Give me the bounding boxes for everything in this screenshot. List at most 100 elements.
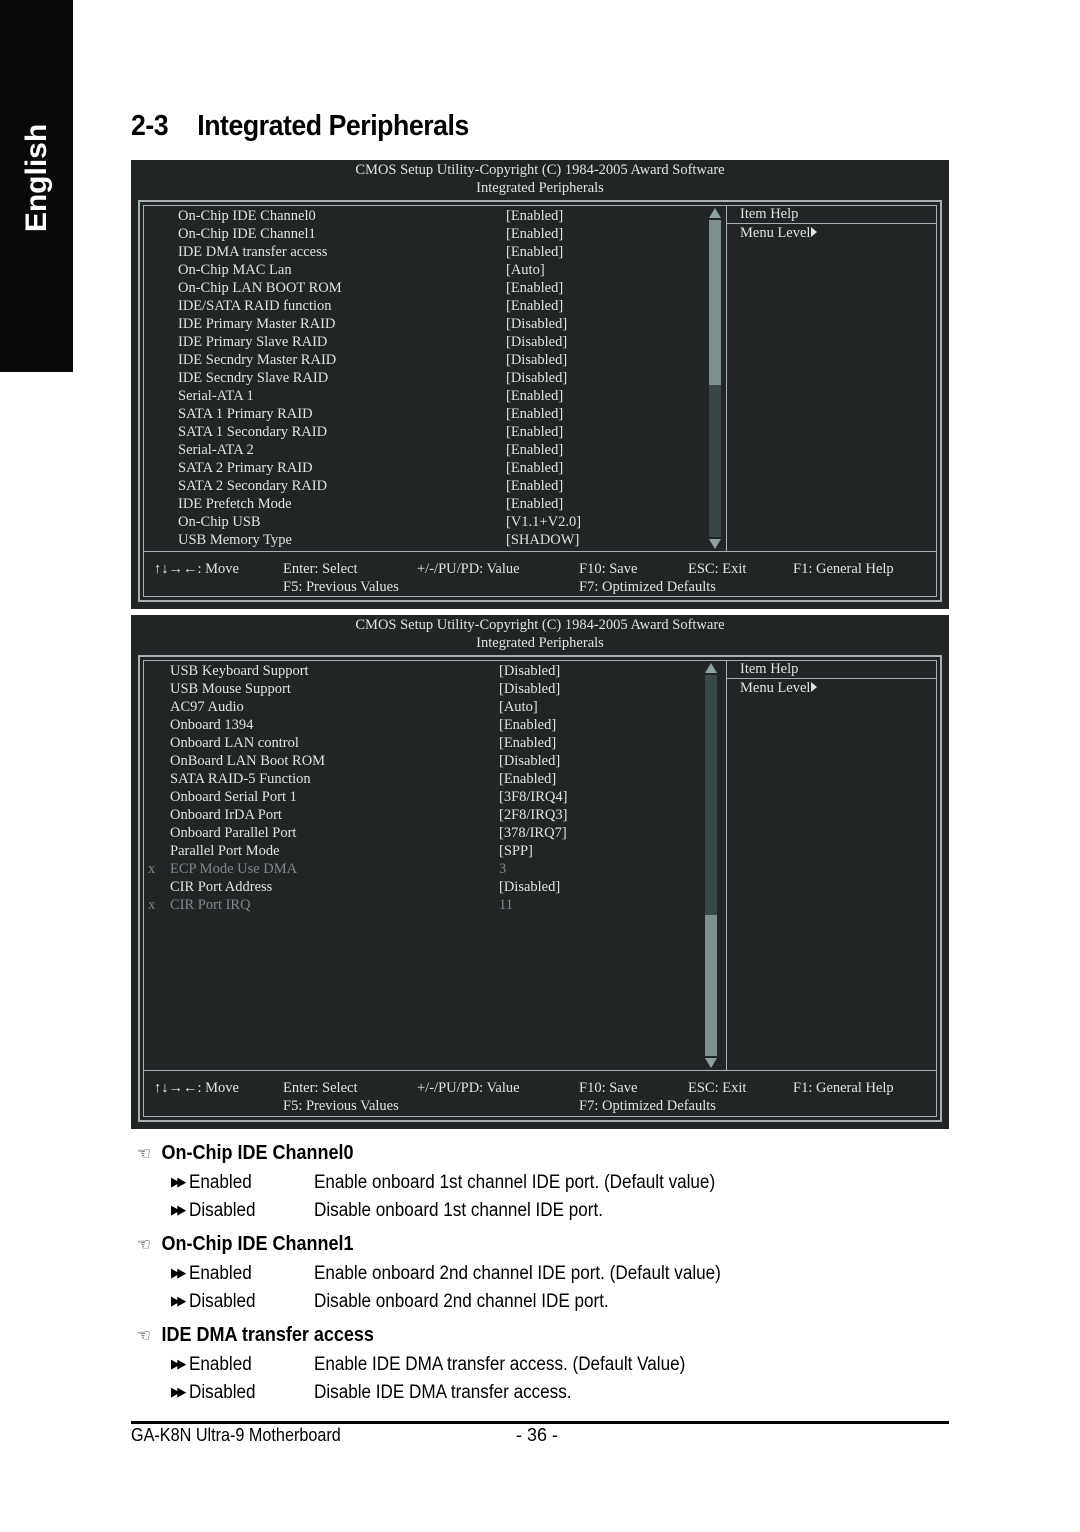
footer-divider <box>131 1421 949 1424</box>
section-number: 2-3 <box>131 110 169 142</box>
setting-value[interactable]: [Disabled] <box>506 369 567 387</box>
bios-copyright: CMOS Setup Utility-Copyright (C) 1984-20… <box>355 162 725 178</box>
setting-value[interactable]: [Disabled] <box>499 680 560 698</box>
scroll-up-arrow-icon[interactable] <box>709 208 721 218</box>
key-exit: ESC: Exit <box>688 561 747 577</box>
bios-copyright: CMOS Setup Utility-Copyright (C) 1984-20… <box>355 617 725 633</box>
setting-label: On-Chip MAC Lan <box>178 262 292 278</box>
setting-value[interactable]: [Enabled] <box>506 297 563 315</box>
scroll-track[interactable] <box>709 220 721 537</box>
key-select: Enter: Select <box>283 1080 358 1096</box>
bios-frame: On-Chip IDE Channel0 [Enabled] On-Chip IDE… <box>138 200 942 602</box>
setting-label: IDE DMA transfer access <box>178 244 328 260</box>
setting-value[interactable]: [Enabled] <box>506 405 563 423</box>
setting-label: USB Memory Type <box>178 532 292 548</box>
setting-label: SATA 1 Secondary RAID <box>178 424 328 440</box>
bios-header: CMOS Setup Utility-Copyright (C) 1984-20… <box>131 160 949 197</box>
setting-label: Serial-ATA 2 <box>178 442 254 458</box>
double-arrow-icon: ▶▶ <box>171 1174 186 1189</box>
setting-value[interactable]: [Enabled] <box>506 243 563 261</box>
setting-label: Parallel Port Mode <box>170 843 280 859</box>
setting-value[interactable]: [Enabled] <box>499 734 556 752</box>
setting-value[interactable]: [Enabled] <box>499 716 556 734</box>
scroll-thumb[interactable] <box>709 220 721 385</box>
option-description: Disable onboard 1st channel IDE port. <box>314 1200 603 1221</box>
option-description: Enable onboard 2nd channel IDE port. (De… <box>314 1263 721 1284</box>
pointing-hand-icon: ☜ <box>137 1326 151 1345</box>
option-key-label: Enabled <box>189 1263 252 1284</box>
setting-value[interactable]: [SHADOW] <box>506 531 579 549</box>
page-number: - 36 - <box>516 1425 559 1445</box>
language-label: English <box>20 123 53 233</box>
double-arrow-icon: ▶▶ <box>171 1356 186 1371</box>
double-arrow-icon: ▶▶ <box>171 1202 186 1217</box>
setting-value[interactable]: [Enabled] <box>506 459 563 477</box>
scroll-down-arrow-icon[interactable] <box>709 539 721 549</box>
option-heading: ☜ IDE DMA transfer access <box>137 1324 374 1347</box>
setting-value[interactable]: [Enabled] <box>506 387 563 405</box>
option-heading: ☜ On-Chip IDE Channel1 <box>137 1233 354 1256</box>
item-help-title: Item Help <box>727 661 936 679</box>
key-optimized-defaults: F7: Optimized Defaults <box>579 579 716 595</box>
key-save: F10: Save <box>579 561 638 577</box>
option-title: On-Chip IDE Channel0 <box>161 1142 354 1164</box>
option-key-label: Enabled <box>189 1172 252 1193</box>
setting-value[interactable]: [Auto] <box>506 261 545 279</box>
option-description: Enable IDE DMA transfer access. (Default… <box>314 1354 686 1375</box>
scroll-track[interactable] <box>705 675 717 1056</box>
setting-value[interactable]: [2F8/IRQ3] <box>499 806 567 824</box>
setting-label: Onboard 1394 <box>170 717 254 733</box>
option-description: Disable onboard 2nd channel IDE port. <box>314 1291 609 1312</box>
setting-value[interactable]: [Enabled] <box>506 423 563 441</box>
setting-value[interactable]: [Disabled] <box>499 878 560 896</box>
setting-label: SATA RAID-5 Function <box>170 771 311 787</box>
setting-value[interactable]: [Disabled] <box>499 752 560 770</box>
double-arrow-icon: ▶▶ <box>171 1384 186 1399</box>
setting-label: ECP Mode Use DMA <box>170 861 298 877</box>
double-arrow-icon: ▶▶ <box>171 1293 186 1308</box>
key-select: Enter: Select <box>283 561 358 577</box>
setting-label: SATA 1 Primary RAID <box>178 406 313 422</box>
key-optimized-defaults: F7: Optimized Defaults <box>579 1098 716 1114</box>
setting-label: IDE/SATA RAID function <box>178 298 332 314</box>
setting-label: On-Chip IDE Channel0 <box>178 208 316 224</box>
scroll-down-arrow-icon[interactable] <box>705 1058 717 1068</box>
setting-value[interactable]: [Enabled] <box>499 770 556 788</box>
setting-value[interactable]: [Disabled] <box>499 662 560 680</box>
double-arrow-icon: ▶▶ <box>171 1265 186 1280</box>
setting-label: On-Chip IDE Channel1 <box>178 226 316 242</box>
setting-label: IDE Secndry Master RAID <box>178 352 337 368</box>
setting-value[interactable]: [Enabled] <box>506 207 563 225</box>
scroll-thumb[interactable] <box>705 915 717 1056</box>
setting-value[interactable]: [Disabled] <box>506 351 567 369</box>
triangle-right-icon <box>811 227 818 237</box>
setting-value[interactable]: [Auto] <box>499 698 538 716</box>
setting-value[interactable]: [SPP] <box>499 842 533 860</box>
setting-value[interactable]: [Enabled] <box>506 225 563 243</box>
item-help-panel: Item Help Menu Level <box>726 661 936 1070</box>
option-heading: ☜ On-Chip IDE Channel0 <box>137 1142 354 1165</box>
setting-value[interactable]: [Enabled] <box>506 279 563 297</box>
bios-page-title: Integrated Peripherals <box>476 180 604 196</box>
language-side-tab: English <box>0 0 73 372</box>
setting-value[interactable]: [3F8/IRQ4] <box>499 788 567 806</box>
setting-value[interactable]: [Enabled] <box>506 441 563 459</box>
setting-value[interactable]: [V1.1+V2.0] <box>506 513 581 531</box>
key-value: +/-/PU/PD: Value <box>417 1080 520 1096</box>
key-move: ↑↓→←: Move <box>154 561 239 577</box>
key-previous-values: F5: Previous Values <box>283 579 399 595</box>
scroll-up-arrow-icon[interactable] <box>705 663 717 673</box>
setting-label: IDE Primary Slave RAID <box>178 334 328 350</box>
bios-inner-frame: On-Chip IDE Channel0 [Enabled] On-Chip IDE… <box>143 205 937 597</box>
setting-label: OnBoard LAN Boot ROM <box>170 753 326 769</box>
scrollbar[interactable] <box>705 661 717 1070</box>
setting-value[interactable]: [Disabled] <box>506 333 567 351</box>
setting-value[interactable]: [Enabled] <box>506 477 563 495</box>
setting-value[interactable]: [Enabled] <box>506 495 563 513</box>
key-previous-values: F5: Previous Values <box>283 1098 399 1114</box>
option-title: On-Chip IDE Channel1 <box>161 1233 354 1255</box>
menu-level-label: Menu Level <box>740 225 811 241</box>
scrollbar[interactable] <box>709 206 721 551</box>
setting-value[interactable]: [Disabled] <box>506 315 567 333</box>
setting-value[interactable]: [378/IRQ7] <box>499 824 567 842</box>
